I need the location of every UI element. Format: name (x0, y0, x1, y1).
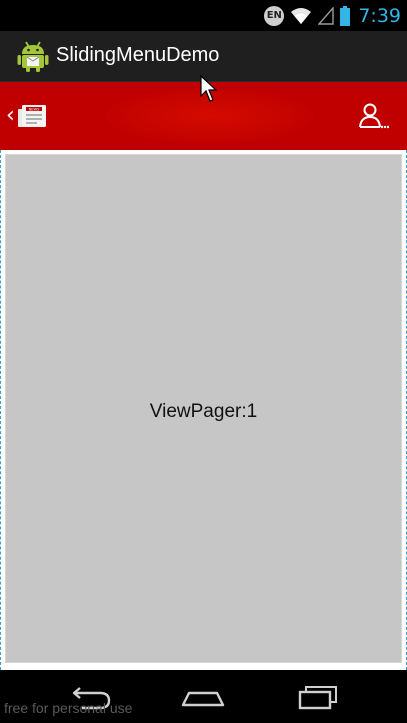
user-icon[interactable] (359, 102, 389, 130)
watermark-text: free for personal use (4, 700, 133, 716)
signal-icon (318, 6, 335, 25)
wifi-icon (291, 7, 312, 24)
status-time: 7:39 (358, 4, 401, 27)
left-menu-button[interactable]: ‹ NEWS (6, 102, 47, 130)
recent-apps-icon[interactable] (296, 680, 342, 712)
view-pager-label: ViewPager:1 (149, 401, 258, 422)
chevron-left-icon: ‹ (6, 103, 15, 128)
news-icon: NEWS (17, 105, 46, 127)
status-icons: EN 7:39 (264, 0, 401, 31)
app-title: SlidingMenuDemo (56, 44, 220, 66)
view-pager[interactable]: ViewPager:1 (5, 154, 402, 663)
language-badge: EN (264, 5, 285, 26)
device-screen: EN 7:39 SlidingMenuDemo ‹ NEWS ViewPager… (0, 0, 407, 723)
home-icon[interactable] (180, 680, 226, 712)
content-frame: ViewPager:1 (0, 150, 407, 670)
svg-text:NEWS: NEWS (28, 107, 40, 111)
status-bar: EN 7:39 (0, 0, 407, 31)
battery-icon (340, 5, 351, 26)
mouse-pointer-icon (200, 75, 218, 102)
android-app-icon (17, 41, 49, 72)
